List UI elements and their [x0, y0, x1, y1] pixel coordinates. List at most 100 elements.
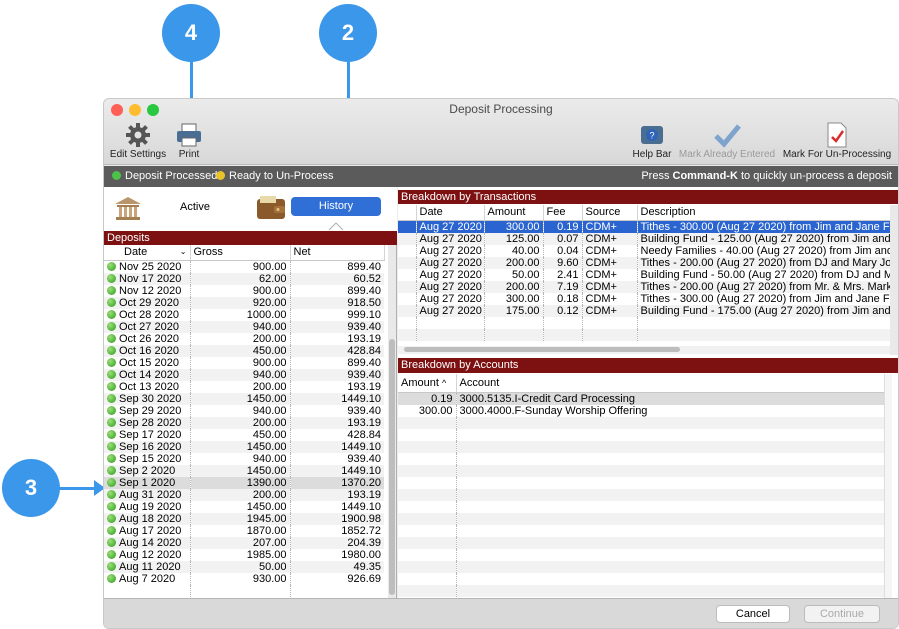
- acct-amount-header[interactable]: Amount ^: [398, 374, 457, 393]
- empty-cell: [456, 477, 884, 489]
- deposit-row[interactable]: Aug 11 2020 50.00 49.35: [104, 560, 384, 573]
- empty-row: [398, 440, 884, 453]
- deposit-row[interactable]: Aug 19 2020 1450.00 1449.10: [104, 500, 384, 513]
- deposit-row[interactable]: Oct 29 2020 920.00 918.50: [104, 296, 384, 309]
- deposit-row[interactable]: Oct 28 2020 1000.00 999.10: [104, 308, 384, 321]
- yellow-status-icon: [216, 171, 225, 180]
- transaction-row[interactable]: Aug 27 2020 175.00 0.12 CDM+ Building Fund -…: [398, 304, 890, 317]
- deposit-net: 1370.20: [290, 476, 384, 489]
- transaction-row[interactable]: Aug 27 2020 40.00 0.04 CDM+ Needy Families -…: [398, 244, 890, 257]
- tx-date: Aug 27 2020: [416, 244, 485, 257]
- help-bar-button[interactable]: ? Help Bar: [630, 121, 674, 160]
- deposit-row[interactable]: Sep 30 2020 1450.00 1449.10: [104, 392, 384, 405]
- account-row[interactable]: 300.00 3000.4000.F-Sunday Worship Offerin…: [398, 404, 884, 417]
- edit-settings-label: Edit Settings: [109, 149, 167, 160]
- deposit-net: 1449.10: [290, 392, 384, 405]
- tx-description: Building Fund - 50.00 (Aug 27 2020) from…: [640, 268, 891, 281]
- transactions-hscrollbar[interactable]: [398, 346, 890, 354]
- deposit-row[interactable]: Sep 17 2020 450.00 428.84: [104, 428, 384, 441]
- deposit-row[interactable]: Oct 26 2020 200.00 193.19: [104, 332, 384, 345]
- tx-fee-header[interactable]: Fee: [543, 205, 583, 221]
- transaction-row[interactable]: Aug 27 2020 300.00 0.18 CDM+ Tithes - 300.00…: [398, 292, 890, 305]
- edit-settings-button[interactable]: Edit Settings: [108, 121, 168, 160]
- continue-button[interactable]: Continue: [804, 605, 880, 623]
- empty-cell: [398, 536, 457, 549]
- date-column-header[interactable]: Date ⌄: [104, 245, 191, 261]
- svg-text:?: ?: [649, 131, 654, 141]
- bank-icon[interactable]: [114, 196, 142, 225]
- processed-status-icon: [107, 405, 116, 415]
- deposit-gross: 1390.00: [190, 476, 291, 489]
- wallet-icon[interactable]: [256, 195, 286, 224]
- deposit-date-cell: Oct 28 2020: [104, 308, 191, 321]
- mark-for-unprocessing-button[interactable]: Mark For Un-Processing: [780, 121, 894, 160]
- deposit-row[interactable]: Nov 12 2020 900.00 899.40: [104, 284, 384, 297]
- row-marker-header: [398, 205, 417, 221]
- tx-fee: 7.19: [543, 280, 583, 293]
- deposit-row[interactable]: Aug 17 2020 1870.00 1852.72: [104, 524, 384, 537]
- deposit-row[interactable]: Aug 31 2020 200.00 193.19: [104, 488, 384, 501]
- history-button[interactable]: History: [291, 197, 381, 216]
- deposit-date: Oct 28 2020: [119, 308, 179, 321]
- transactions-hscroll-thumb[interactable]: [404, 347, 680, 352]
- net-column-header[interactable]: Net: [290, 245, 385, 261]
- deposit-date: Aug 12 2020: [119, 548, 182, 561]
- empty-cell: [398, 440, 457, 453]
- deposit-row[interactable]: Aug 18 2020 1945.00 1900.98: [104, 512, 384, 525]
- transaction-row[interactable]: Aug 27 2020 300.00 0.19 CDM+ Tithes - 300.00…: [398, 220, 890, 233]
- tx-source-header[interactable]: Source: [582, 205, 638, 221]
- empty-cell: [456, 453, 884, 465]
- deposit-date-cell: Aug 7 2020: [104, 572, 191, 585]
- deposit-row[interactable]: Oct 14 2020 940.00 939.40: [104, 368, 384, 381]
- empty-cell: [398, 316, 417, 329]
- callout-3-arrow: [58, 487, 96, 490]
- account-name: 3000.5135.I-Credit Card Processing: [456, 392, 884, 405]
- deposit-date: Sep 17 2020: [119, 428, 182, 441]
- deposits-scroll-thumb[interactable]: [389, 339, 395, 595]
- tx-amount: 175.00: [484, 304, 544, 317]
- transactions-scrollbar[interactable]: [890, 205, 898, 355]
- deposit-row[interactable]: Sep 16 2020 1450.00 1449.10: [104, 440, 384, 453]
- processed-status-icon: [107, 501, 116, 511]
- tx-description-header[interactable]: Description: [637, 205, 890, 221]
- deposit-date: Aug 7 2020: [119, 572, 176, 585]
- deposit-gross: 940.00: [190, 320, 291, 333]
- print-button[interactable]: Print: [174, 121, 204, 160]
- tx-amount-header[interactable]: Amount: [484, 205, 544, 221]
- acct-account-header[interactable]: Account: [456, 374, 884, 393]
- tx-description: Tithes - 200.00 (Aug 27 2020) from Mr. &…: [637, 280, 890, 293]
- accounts-scrollbar[interactable]: [884, 374, 892, 598]
- deposit-row[interactable]: Sep 28 2020 200.00 193.19: [104, 416, 384, 429]
- gross-column-header[interactable]: Gross: [190, 245, 291, 261]
- deposit-row[interactable]: Oct 27 2020 940.00 939.40: [104, 320, 384, 333]
- processed-status-icon: [107, 273, 116, 283]
- active-label[interactable]: Active: [180, 201, 210, 213]
- transaction-row[interactable]: Aug 27 2020 200.00 9.60 CDM+ Tithes - 200.00…: [398, 256, 890, 269]
- transaction-row[interactable]: Aug 27 2020 200.00 7.19 CDM+ Tithes - 200.00…: [398, 280, 890, 293]
- deposit-row[interactable]: Nov 17 2020 62.00 60.52: [104, 272, 384, 285]
- tx-date-header[interactable]: Date: [416, 205, 485, 221]
- deposit-date-cell: Sep 28 2020: [104, 416, 191, 429]
- deposit-row[interactable]: Oct 15 2020 900.00 899.40: [104, 356, 384, 369]
- green-status-icon: [112, 171, 121, 180]
- processed-status-icon: [107, 513, 116, 523]
- mark-already-entered-button[interactable]: Mark Already Entered: [676, 121, 778, 160]
- deposit-row[interactable]: Aug 14 2020 207.00 204.39: [104, 536, 384, 549]
- deposit-row[interactable]: Sep 2 2020 1450.00 1449.10: [104, 464, 384, 477]
- account-row[interactable]: 0.19 3000.5135.I-Credit Card Processing: [398, 392, 884, 405]
- deposit-row[interactable]: Nov 25 2020 900.00 899.40: [104, 260, 384, 273]
- deposit-row[interactable]: Aug 7 2020 930.00 926.69: [104, 572, 384, 585]
- deposit-row[interactable]: Aug 12 2020 1985.00 1980.00: [104, 548, 384, 561]
- transaction-row[interactable]: Aug 27 2020 125.00 0.07 CDM+ Building Fund -…: [398, 232, 890, 245]
- deposit-row[interactable]: Sep 15 2020 940.00 939.40: [104, 452, 384, 465]
- deposit-row[interactable]: Oct 13 2020 200.00 193.19: [104, 380, 384, 393]
- cancel-button[interactable]: Cancel: [716, 605, 790, 623]
- processed-status-icon: [107, 561, 116, 571]
- transaction-row[interactable]: Aug 27 2020 50.00 2.41 CDM+ Building Fund - …: [398, 268, 891, 281]
- tx-date: Aug 27 2020: [416, 256, 485, 269]
- deposit-row[interactable]: Sep 1 2020 1390.00 1370.20: [104, 476, 384, 489]
- deposit-row[interactable]: Oct 16 2020 450.00 428.84: [104, 344, 384, 357]
- deposits-scrollbar[interactable]: [388, 245, 396, 598]
- deposit-row[interactable]: Sep 29 2020 940.00 939.40: [104, 404, 384, 417]
- empty-row: [398, 512, 884, 525]
